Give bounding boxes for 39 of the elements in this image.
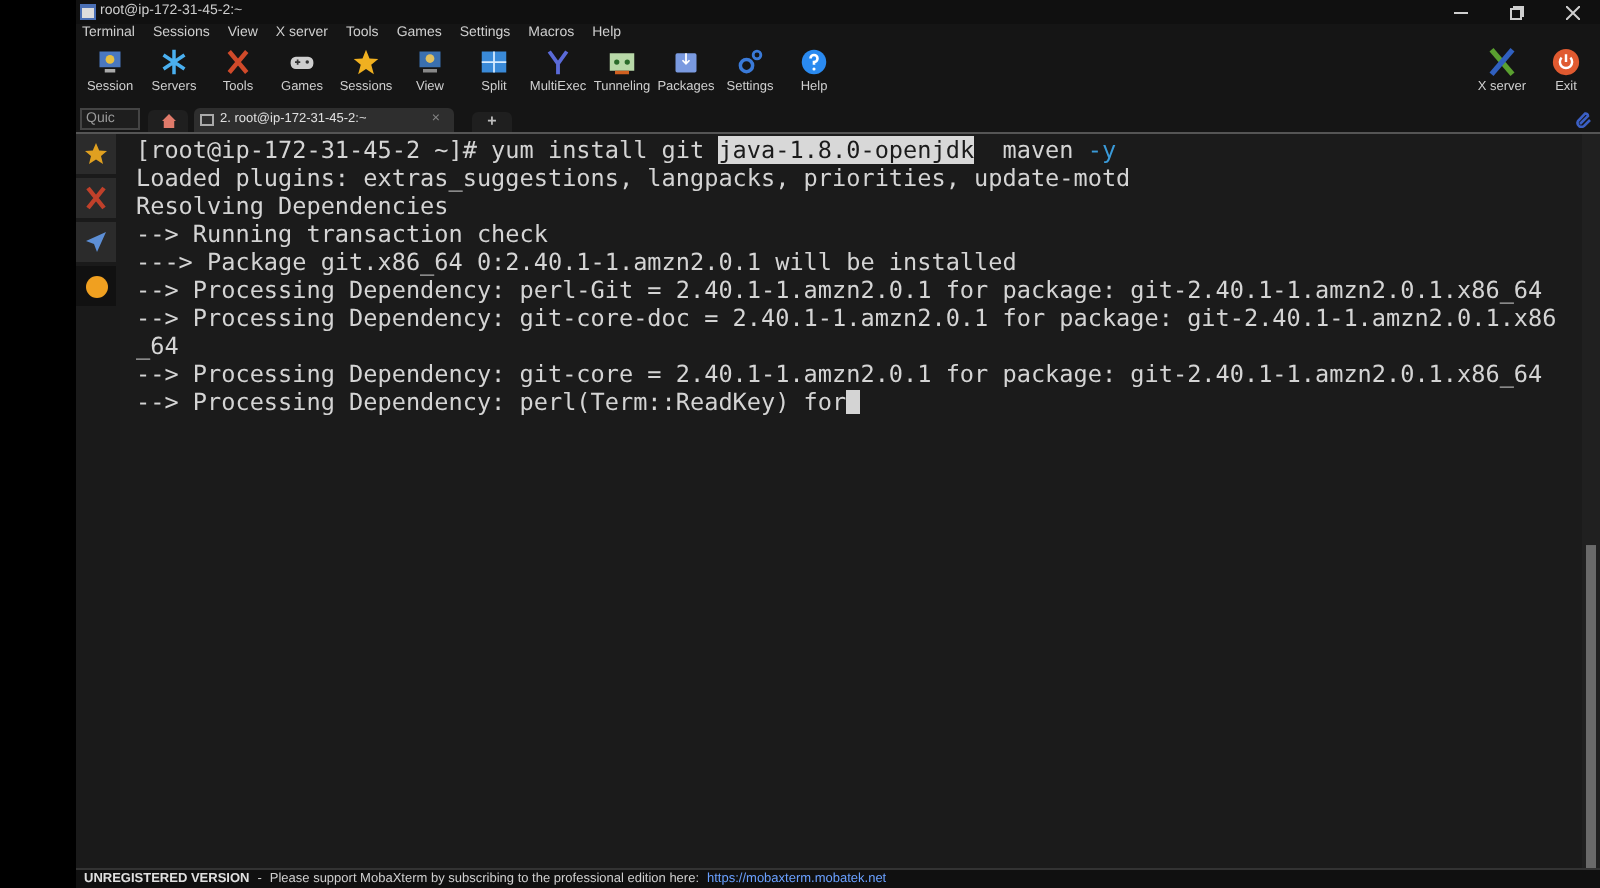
terminal-app-icon (80, 4, 96, 20)
close-icon[interactable] (1566, 5, 1580, 19)
home-icon (161, 114, 175, 128)
monitor-icon (416, 48, 444, 76)
terminal-line: Resolving Dependencies (136, 192, 449, 220)
fork-icon (544, 48, 572, 76)
tools-icon[interactable] (84, 186, 108, 210)
terminal-line: ---> Package git.x86_64 0:2.40.1-1.amzn2.0.1 will be installed (136, 248, 1017, 276)
grid-icon (480, 48, 508, 76)
asterisk-icon (160, 48, 188, 76)
restore-icon[interactable] (1510, 5, 1524, 19)
help-icon (800, 48, 828, 76)
star-icon[interactable] (84, 142, 108, 166)
tools-icon (224, 48, 252, 76)
minimize-icon[interactable] (1454, 11, 1468, 13)
new-tab-button[interactable]: + (472, 112, 512, 132)
circle-icon[interactable] (85, 275, 107, 297)
terminal-icon (200, 114, 214, 126)
command-option: -y (1087, 136, 1117, 164)
paper-plane-icon[interactable] (84, 230, 108, 254)
terminal-line: --> Processing Dependency: perl(Term::ReadKey) for (136, 388, 847, 416)
terminal-line: [root@ip-172-31-45-2 ~]# yum install git (136, 136, 707, 164)
x-logo-icon (1488, 48, 1516, 76)
monitor-icon (96, 48, 124, 76)
selected-text: java-1.8.0-openjdk (718, 136, 975, 164)
tunnel-icon (608, 48, 636, 76)
terminal-line: Loaded plugins: extras_suggestions, langpacks, priorities, update-motd (136, 164, 1131, 192)
terminal-line: _64 (136, 332, 179, 360)
gear-icon (736, 48, 764, 76)
paperclip-icon[interactable] (1576, 112, 1592, 128)
terminal-line: --> Processing Dependency: git-core = 2.40.1-1.amzn2.0.1 for package: git-2.40.1-1.amzn2.0.1.x86_64 (136, 360, 1543, 388)
terminal-line: --> Processing Dependency: git-core-doc = 2.40.1-1.amzn2.0.1 for package: git-2.40.1-1.amzn2.0.1.x86 (136, 304, 1557, 332)
package-icon (672, 48, 700, 76)
terminal-line: --> Running transaction check (136, 220, 548, 248)
terminal-line: --> Processing Dependency: perl-Git = 2.40.1-1.amzn2.0.1 for package: git-2.40.1-1.amzn2.0.1.x86_64 (136, 276, 1543, 304)
terminal-line: maven (1000, 136, 1076, 164)
power-icon (1552, 48, 1580, 76)
home-tab[interactable] (148, 110, 188, 132)
star-icon (352, 48, 380, 76)
